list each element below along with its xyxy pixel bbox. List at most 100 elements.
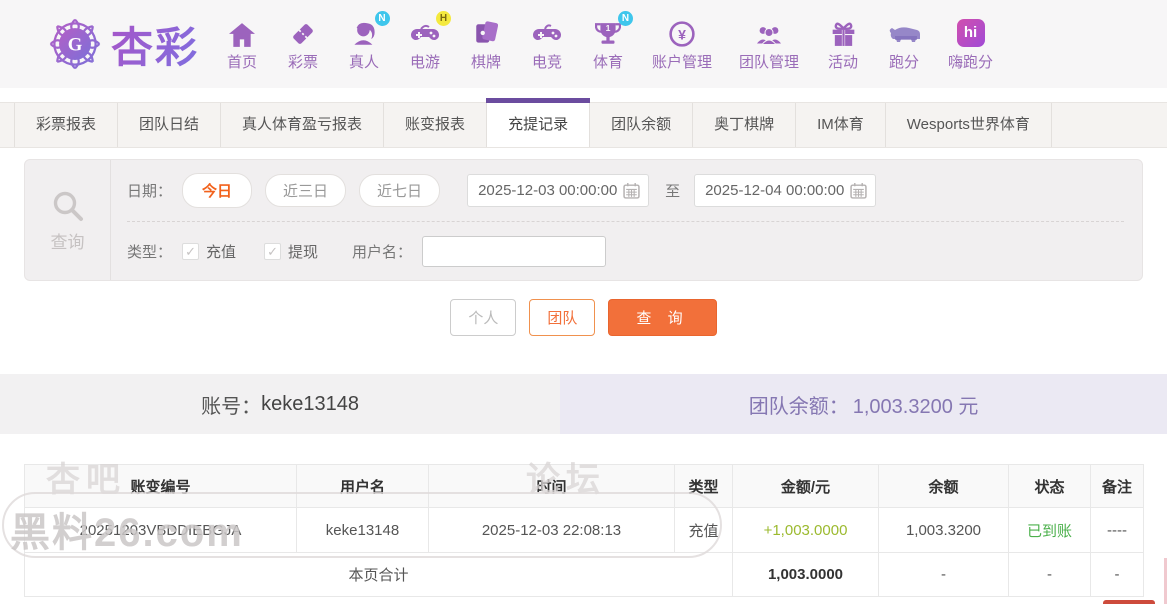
username-label: 用户名： — [352, 241, 412, 262]
nav-item-live[interactable]: N 真人 — [347, 17, 381, 72]
tab-team-balance[interactable]: 团队余额 — [590, 103, 693, 147]
footer-status: - — [1009, 553, 1091, 597]
nav-item-account-mgmt[interactable]: ¥ 账户管理 — [652, 17, 712, 72]
rhino-icon — [887, 17, 921, 47]
nav-item-lottery[interactable]: 彩票 — [286, 17, 320, 72]
table-header-row: 账变编号 用户名 时间 类型 金额/元 余额 状态 备注 — [25, 465, 1144, 508]
team-balance-summary: 团队余额： 1,003.3200 元 — [560, 374, 1167, 434]
records-table-wrap: 账变编号 用户名 时间 类型 金额/元 余额 状态 备注 20251203VBD… — [24, 464, 1143, 597]
floating-button-edge[interactable] — [1103, 600, 1155, 604]
personal-button[interactable]: 个人 — [450, 299, 516, 336]
col-remark: 备注 — [1091, 465, 1144, 508]
cell-balance: 1,003.3200 — [879, 508, 1009, 553]
range-3days-button[interactable]: 近三日 — [265, 174, 346, 207]
type-label: 类型： — [127, 241, 172, 262]
coin-icon: ¥ — [669, 17, 695, 47]
hot-badge: H — [436, 11, 451, 26]
nav-item-promotions[interactable]: 活动 — [826, 17, 860, 72]
query-button[interactable]: 查 询 — [608, 299, 716, 336]
search-block-label: 查询 — [51, 228, 85, 253]
cell-remark: ---- — [1091, 508, 1144, 553]
nav-item-paofen[interactable]: 跑分 — [887, 17, 921, 72]
brand-name: 杏彩 — [111, 14, 199, 75]
nav-item-sports[interactable]: 1 N 体育 — [591, 17, 625, 72]
cell-username: keke13148 — [297, 508, 429, 553]
range-7days-button[interactable]: 近七日 — [359, 174, 440, 207]
col-type: 类型 — [675, 465, 733, 508]
search-icon — [50, 188, 86, 224]
footer-balance: - — [879, 553, 1009, 597]
tab-live-sports-pnl[interactable]: 真人体育盈亏报表 — [221, 103, 384, 147]
tab-deposit-withdraw-records[interactable]: 充提记录 — [487, 103, 590, 147]
checkbox-deposit[interactable]: ✓ 充值 — [182, 241, 236, 262]
tab-wesports[interactable]: Wesports世界体育 — [886, 103, 1052, 147]
cards-icon — [474, 17, 498, 47]
ticket-icon — [290, 17, 316, 47]
action-buttons: 个人 团队 查 询 — [0, 299, 1167, 336]
tab-lottery-report[interactable]: 彩票报表 — [14, 103, 118, 147]
date-label: 日期： — [127, 180, 172, 201]
home-icon — [229, 17, 255, 47]
footer-remark: - — [1091, 553, 1144, 597]
calendar-icon — [623, 182, 640, 199]
team-button[interactable]: 团队 — [529, 299, 595, 336]
calendar-icon — [850, 182, 867, 199]
hi-icon: hi — [957, 17, 985, 47]
nav-items: 首页 彩票 N 真人 H 电游 棋牌 电竞 — [225, 17, 993, 72]
tab-odin-cards[interactable]: 奥丁棋牌 — [693, 103, 796, 147]
brand-logo-icon: G — [45, 14, 105, 74]
col-balance: 余额 — [879, 465, 1009, 508]
username-input[interactable] — [422, 236, 606, 267]
top-navigation: G 杏彩 首页 彩票 N 真人 H 电游 — [0, 0, 1167, 88]
range-today-button[interactable]: 今日 — [182, 173, 252, 208]
cell-change-id: 20251203VBDDIEBGJA — [25, 508, 297, 553]
nav-item-cards[interactable]: 棋牌 — [469, 17, 503, 72]
report-tabbar: 彩票报表 团队日结 真人体育盈亏报表 账变报表 充提记录 团队余额 奥丁棋牌 I… — [0, 102, 1167, 148]
nav-item-egames[interactable]: H 电游 — [408, 17, 442, 72]
status-badge: 已到账 — [1009, 508, 1091, 553]
col-time: 时间 — [429, 465, 675, 508]
footer-amount-total: 1,003.0000 — [733, 553, 879, 597]
tab-account-changes[interactable]: 账变报表 — [384, 103, 487, 147]
gamepad-icon: H — [411, 17, 439, 47]
cell-amount: +1,003.0000 — [733, 508, 879, 553]
filter-panel: 查询 日期： 今日 近三日 近七日 2025-12-03 00:00:00 至 … — [24, 159, 1143, 281]
gift-icon — [831, 17, 856, 47]
cell-time: 2025-12-03 22:08:13 — [429, 508, 675, 553]
footer-label: 本页合计 — [25, 553, 733, 597]
nav-item-home[interactable]: 首页 — [225, 17, 259, 72]
tab-im-sports[interactable]: IM体育 — [796, 103, 886, 147]
date-to-input[interactable]: 2025-12-04 00:00:00 — [694, 174, 876, 207]
date-to-label: 至 — [665, 180, 680, 201]
team-balance-label: 团队余额： — [749, 390, 849, 419]
summary-bar: 账号： keke13148 团队余额： 1,003.3200 元 — [0, 374, 1167, 434]
table-footer-row: 本页合计 1,003.0000 - - - — [25, 553, 1144, 597]
cell-type: 充值 — [675, 508, 733, 553]
tab-team-daily[interactable]: 团队日结 — [118, 103, 221, 147]
col-amount: 金额/元 — [733, 465, 879, 508]
new-badge: N — [618, 11, 633, 26]
col-username: 用户名 — [297, 465, 429, 508]
team-balance-value: 1,003.3200 元 — [853, 390, 979, 419]
svg-text:1: 1 — [606, 22, 611, 32]
brand[interactable]: G 杏彩 — [45, 14, 199, 75]
checkbox-withdraw-box[interactable]: ✓ — [264, 243, 281, 260]
svg-text:¥: ¥ — [678, 26, 686, 42]
nav-item-team-mgmt[interactable]: 团队管理 — [739, 17, 799, 72]
table-row: 20251203VBDDIEBGJA keke13148 2025-12-03 … — [25, 508, 1144, 553]
trophy-icon: 1 N — [595, 17, 621, 47]
date-from-input[interactable]: 2025-12-03 00:00:00 — [467, 174, 649, 207]
col-change-id: 账变编号 — [25, 465, 297, 508]
records-table: 账变编号 用户名 时间 类型 金额/元 余额 状态 备注 20251203VBD… — [24, 464, 1144, 597]
esports-gamepad-icon — [533, 17, 561, 47]
checkbox-deposit-box[interactable]: ✓ — [182, 243, 199, 260]
account-label: 账号： — [201, 390, 261, 419]
nav-item-hi-paofen[interactable]: hi 嗨跑分 — [948, 17, 993, 72]
team-icon — [755, 17, 783, 47]
nav-item-esports[interactable]: 电竞 — [530, 17, 564, 72]
search-block: 查询 — [25, 160, 111, 280]
account-summary: 账号： keke13148 — [0, 374, 560, 434]
col-status: 状态 — [1009, 465, 1091, 508]
live-person-icon: N — [351, 17, 378, 47]
checkbox-withdraw[interactable]: ✓ 提现 — [264, 241, 318, 262]
